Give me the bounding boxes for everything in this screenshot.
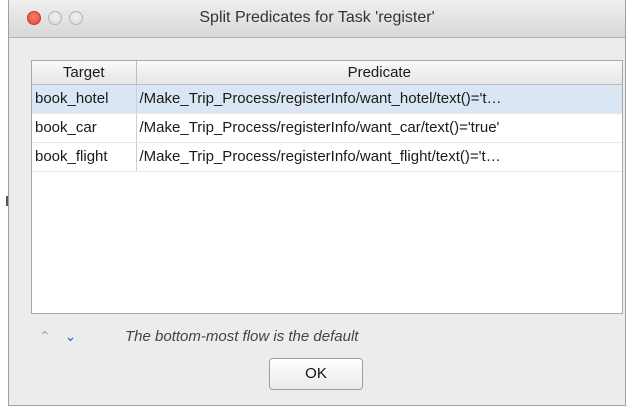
reorder-controls: ⌃ ⌄	[39, 328, 76, 345]
table-row[interactable]: book_car /Make_Trip_Process/registerInfo…	[32, 113, 622, 143]
window-title: Split Predicates for Task 'register'	[199, 9, 435, 26]
column-header-target[interactable]: Target	[32, 61, 137, 85]
chevron-up-icon[interactable]: ⌃	[39, 328, 51, 344]
predicate-cell[interactable]: /Make_Trip_Process/registerInfo/want_car…	[136, 113, 622, 143]
table-row[interactable]: book_hotel /Make_Trip_Process/registerIn…	[32, 84, 622, 114]
default-flow-hint: The bottom-most flow is the default	[125, 328, 359, 345]
target-cell[interactable]: book_flight	[32, 142, 137, 172]
table-row[interactable]: book_flight /Make_Trip_Process/registerI…	[32, 142, 622, 172]
predicate-cell[interactable]: /Make_Trip_Process/registerInfo/want_hot…	[136, 84, 622, 114]
column-header-predicate[interactable]: Predicate	[136, 61, 622, 85]
title-bar[interactable]: Split Predicates for Task 'register'	[9, 0, 625, 38]
predicate-cell[interactable]: /Make_Trip_Process/registerInfo/want_fli…	[136, 142, 622, 172]
table-header-row: Target Predicate	[32, 61, 622, 85]
ok-button[interactable]: OK	[269, 358, 363, 390]
predicates-table: Target Predicate book_hotel /Make_Trip_P…	[31, 60, 623, 314]
dialog-window: Split Predicates for Task 'register' Tar…	[8, 0, 626, 406]
chevron-down-icon[interactable]: ⌄	[65, 328, 77, 344]
target-cell[interactable]: book_car	[32, 113, 137, 143]
target-cell[interactable]: book_hotel	[32, 84, 137, 114]
